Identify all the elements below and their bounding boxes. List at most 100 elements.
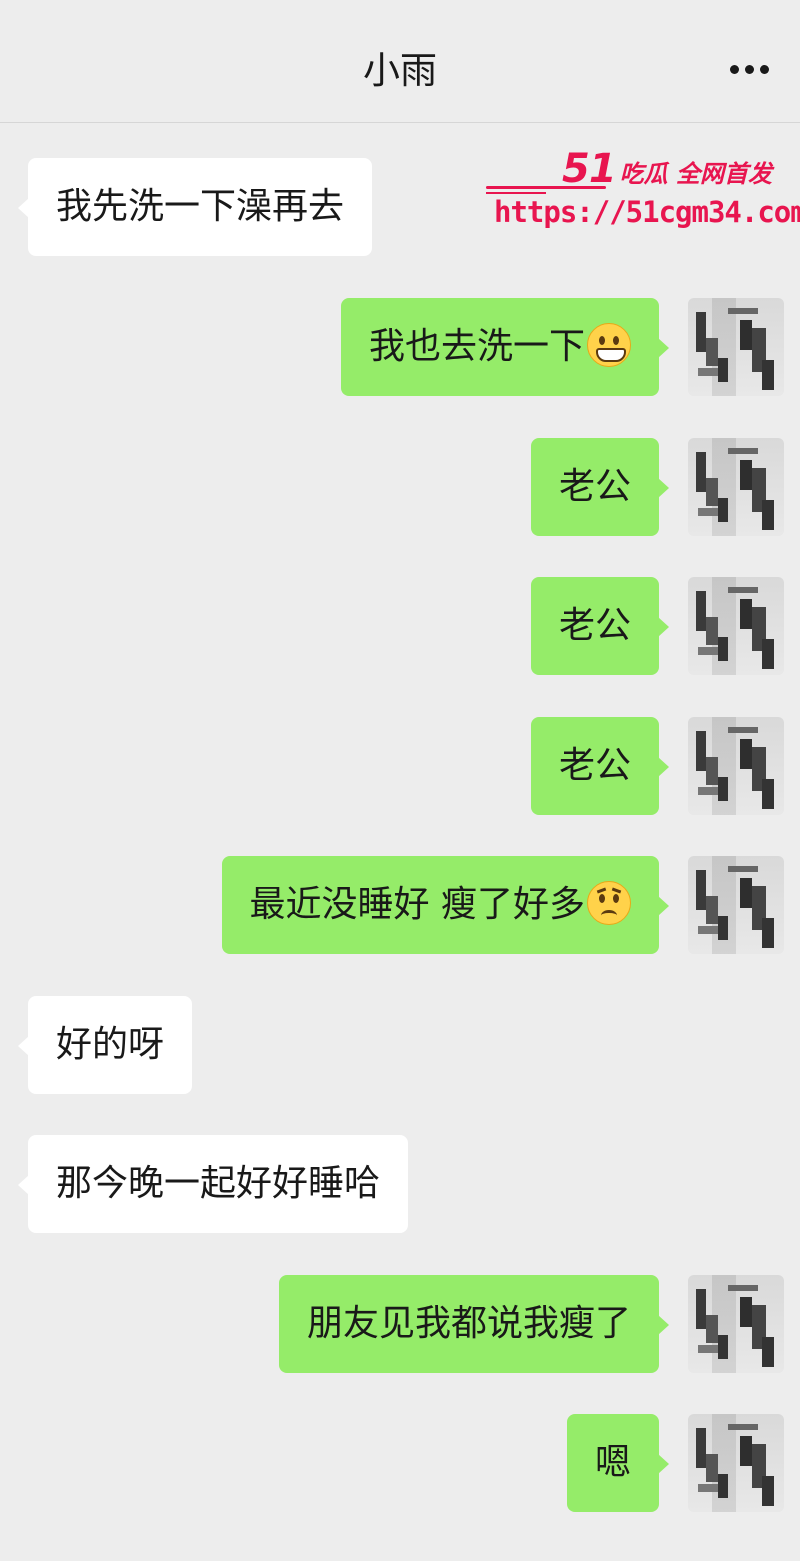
avatar-pixel [728,1285,758,1291]
avatar-pixel [740,1297,752,1327]
message-text: 嗯 [594,1442,631,1483]
avatar-pixel [706,757,718,785]
message-text: 老公 [558,745,631,786]
message-text: 那今晚一起好好睡哈 [56,1163,381,1204]
avatar-pixel [696,452,706,492]
sent-message: 老公 [0,717,800,815]
dot [760,65,769,74]
avatar-pixel [698,1484,718,1492]
avatar-pixel [740,320,752,350]
avatar-pixel [698,787,718,795]
avatar-pixel [718,637,728,661]
more-dots-icon[interactable] [728,55,772,85]
message-text: 我也去洗一下 [368,326,585,367]
message-bubble[interactable]: 朋友见我都说我瘦了 [278,1275,670,1373]
avatar-pixel [698,647,718,655]
message-bubble[interactable]: 老公 [530,717,670,815]
avatar[interactable] [688,298,784,396]
avatar-pixel [728,308,758,314]
avatar[interactable] [688,856,784,954]
avatar-pixel [718,1335,728,1359]
avatar-pixel [728,587,758,593]
avatar[interactable] [688,1275,784,1373]
avatar-pixel [728,448,758,454]
chat-header: 小雨 [0,0,800,123]
avatar-pixel [698,1345,718,1353]
message-bubble[interactable]: 老公 [530,438,670,536]
received-message: 那今晚一起好好睡哈 [0,1135,800,1233]
message-text: 老公 [558,605,631,646]
received-message: 好的呀 [0,996,800,1094]
sent-message: 朋友见我都说我瘦了 [0,1275,800,1373]
emoji-feature [596,348,626,362]
sent-message: 嗯 [0,1414,800,1512]
sent-message: 老公 [0,577,800,675]
avatar-pixel [696,1289,706,1329]
avatar-pixel [740,599,752,629]
avatar-pixel [698,508,718,516]
avatar-pixel [696,591,706,631]
avatar[interactable] [688,717,784,815]
sent-message: 最近没睡好 瘦了好多 [0,856,800,954]
avatar-pixel [762,918,774,948]
avatar-pixel [718,358,728,382]
emoji-feature [599,336,605,345]
avatar-pixel [698,368,718,376]
avatar-pixel [706,1315,718,1343]
avatar-pixel [706,1454,718,1482]
avatar-pixel [728,866,758,872]
message-text: 我先洗一下澡再去 [56,186,345,227]
sent-message: 我也去洗一下 [0,298,800,396]
message-text: 朋友见我都说我瘦了 [306,1303,631,1344]
avatar[interactable] [688,577,784,675]
emoji-feature [613,336,619,345]
sent-message: 老公 [0,438,800,536]
message-text: 好的呀 [56,1024,165,1065]
message-bubble[interactable]: 我也去洗一下 [340,298,670,396]
message-bubble[interactable]: 那今晚一起好好睡哈 [17,1135,409,1233]
message-bubble[interactable]: 嗯 [566,1414,670,1512]
avatar-pixel [762,360,774,390]
avatar-pixel [740,739,752,769]
avatar-pixel [740,878,752,908]
avatar-pixel [718,916,728,940]
message-bubble[interactable]: 最近没睡好 瘦了好多 [221,856,670,954]
avatar-pixel [706,338,718,366]
avatar-pixel [728,727,758,733]
message-text: 最近没睡好 瘦了好多 [249,884,585,925]
avatar-pixel [728,1424,758,1430]
avatar-pixel [706,896,718,924]
message-bubble[interactable]: 老公 [530,577,670,675]
avatar-pixel [696,870,706,910]
avatar-pixel [706,478,718,506]
avatar-pixel [762,639,774,669]
avatar-pixel [740,460,752,490]
avatar-pixel [696,1428,706,1468]
emoji-feature [599,894,605,903]
avatar[interactable] [688,1414,784,1512]
grinning-face-icon [587,323,631,367]
avatar-pixel [718,777,728,801]
emoji-feature [611,887,622,894]
avatar-pixel [762,1337,774,1367]
dot [730,65,739,74]
avatar[interactable] [688,438,784,536]
worried-face-icon [587,881,631,925]
avatar-pixel [698,926,718,934]
emoji-feature [601,910,617,921]
message-text: 老公 [558,466,631,507]
emoji-feature [613,894,619,903]
received-message: 我先洗一下澡再去 [0,158,800,256]
avatar-pixel [740,1436,752,1466]
avatar-pixel [718,1474,728,1498]
message-bubble[interactable]: 我先洗一下澡再去 [17,158,373,256]
emoji-feature [596,887,607,894]
avatar-pixel [706,617,718,645]
avatar-pixel [762,500,774,530]
avatar-pixel [762,1476,774,1506]
message-bubble[interactable]: 好的呀 [17,996,193,1094]
avatar-pixel [718,498,728,522]
avatar-pixel [762,779,774,809]
chat-title: 小雨 [363,49,437,92]
dot [745,65,754,74]
